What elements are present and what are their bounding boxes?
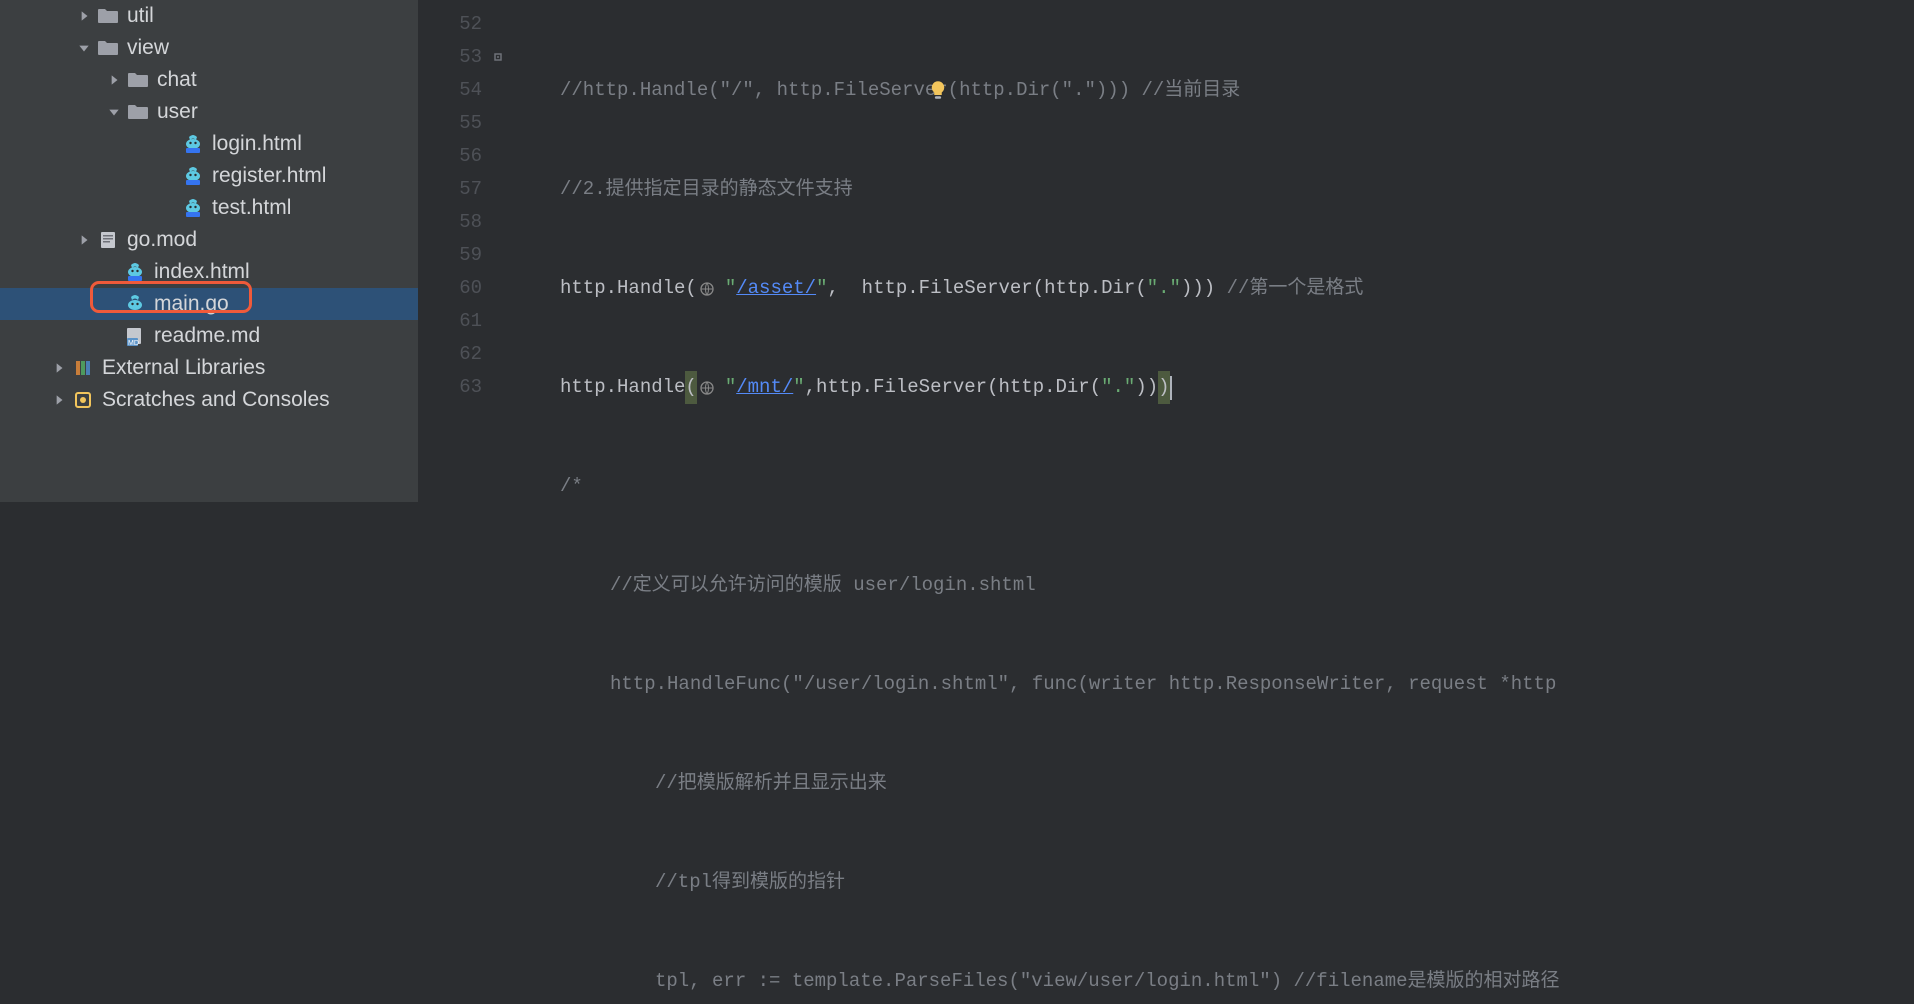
code-line: //定义可以允许访问的模版 user/login.shtml xyxy=(510,569,1914,602)
chevron-down-icon[interactable] xyxy=(105,103,123,121)
code-line: tpl, err := template.ParseFiles("view/us… xyxy=(510,965,1914,998)
chevron-spacer xyxy=(160,167,178,185)
line-number: 52 xyxy=(418,8,482,41)
tree-item-label: login.html xyxy=(212,132,302,156)
chevron-right-icon[interactable] xyxy=(75,7,93,25)
tree-item-readme-md[interactable]: MD readme.md xyxy=(0,320,418,352)
tree-item-label: readme.md xyxy=(154,324,260,348)
chevron-right-icon[interactable] xyxy=(50,359,68,377)
tree-item-util[interactable]: util xyxy=(0,0,418,32)
go-html-icon xyxy=(182,165,204,187)
code-line: //http.Handle("/", http.FileServer(http.… xyxy=(510,74,1914,107)
tree-item-label: Scratches and Consoles xyxy=(102,388,330,412)
line-number: 61 xyxy=(418,305,482,338)
chevron-down-icon[interactable] xyxy=(75,39,93,57)
text-cursor xyxy=(1170,376,1172,400)
line-number: 54 xyxy=(418,74,482,107)
ext-lib-icon xyxy=(72,357,94,379)
intention-bulb-icon[interactable] xyxy=(928,80,948,100)
line-number: 59 xyxy=(418,239,482,272)
code-editor[interactable]: 525354555657585960616263 //http.Handle("… xyxy=(418,0,1914,502)
chevron-spacer xyxy=(160,199,178,217)
folder-icon xyxy=(97,39,119,57)
line-numbers-gutter: 525354555657585960616263 xyxy=(418,0,510,502)
code-line: //把模版解析并且显示出来 xyxy=(510,767,1914,800)
tree-item-label: External Libraries xyxy=(102,356,265,380)
code-line: //2.提供指定目录的静态文件支持 xyxy=(510,173,1914,206)
code-line: http.Handle("/asset/", http.FileServer(h… xyxy=(510,272,1914,305)
tree-item-login-html[interactable]: login.html xyxy=(0,128,418,160)
tree-item-main-go[interactable]: main.go xyxy=(0,288,418,320)
chevron-spacer xyxy=(102,295,120,313)
tree-item-view[interactable]: view xyxy=(0,32,418,64)
chevron-spacer xyxy=(160,135,178,153)
tree-item-external-libraries[interactable]: External Libraries xyxy=(0,352,418,384)
tree-item-register-html[interactable]: register.html xyxy=(0,160,418,192)
svg-text:MD: MD xyxy=(128,340,139,346)
tree-item-label: view xyxy=(127,36,169,60)
fold-marker-icon[interactable] xyxy=(492,42,504,75)
tree-item-test-html[interactable]: test.html xyxy=(0,192,418,224)
go-html-icon xyxy=(182,197,204,219)
line-number: 58 xyxy=(418,206,482,239)
line-number: 56 xyxy=(418,140,482,173)
globe-icon xyxy=(699,379,723,397)
code-line: //tpl得到模版的指针 xyxy=(510,866,1914,899)
line-number: 63 xyxy=(418,371,482,404)
project-tree: util view chat user login.html register.html t… xyxy=(0,0,418,502)
tree-item-index-html[interactable]: index.html xyxy=(0,256,418,288)
tree-item-scratches-and-consoles[interactable]: Scratches and Consoles xyxy=(0,384,418,416)
chevron-right-icon[interactable] xyxy=(75,231,93,249)
line-number: 60 xyxy=(418,272,482,305)
tree-item-go-mod[interactable]: go.mod xyxy=(0,224,418,256)
code-line: http.Handle("/mnt/",http.FileServer(http… xyxy=(510,371,1914,404)
line-number: 57 xyxy=(418,173,482,206)
tree-item-user[interactable]: user xyxy=(0,96,418,128)
go-mod-icon xyxy=(97,229,119,251)
go-file-icon xyxy=(124,293,146,315)
tree-item-label: register.html xyxy=(212,164,326,188)
md-icon: MD xyxy=(124,325,146,347)
line-number: 62 xyxy=(418,338,482,371)
scratch-icon xyxy=(72,389,94,411)
tree-item-label: index.html xyxy=(154,260,250,284)
folder-icon xyxy=(97,7,119,25)
line-number: 53 xyxy=(418,41,482,74)
tree-item-label: main.go xyxy=(154,292,229,316)
code-line: /* xyxy=(510,470,1914,503)
tree-item-label: chat xyxy=(157,68,197,92)
tree-item-label: user xyxy=(157,100,198,124)
line-number: 55 xyxy=(418,107,482,140)
chevron-right-icon[interactable] xyxy=(105,71,123,89)
tree-item-label: test.html xyxy=(212,196,291,220)
go-html-icon xyxy=(182,133,204,155)
tree-item-chat[interactable]: chat xyxy=(0,64,418,96)
code-line: http.HandleFunc("/user/login.shtml", fun… xyxy=(510,668,1914,701)
globe-icon xyxy=(699,280,723,298)
chevron-spacer xyxy=(102,327,120,345)
chevron-right-icon[interactable] xyxy=(50,391,68,409)
tree-item-label: go.mod xyxy=(127,228,197,252)
chevron-spacer xyxy=(102,263,120,281)
code-area[interactable]: //http.Handle("/", http.FileServer(http.… xyxy=(510,0,1914,502)
go-html-icon xyxy=(124,261,146,283)
tree-item-label: util xyxy=(127,4,154,28)
folder-icon xyxy=(127,103,149,121)
folder-icon xyxy=(127,71,149,89)
